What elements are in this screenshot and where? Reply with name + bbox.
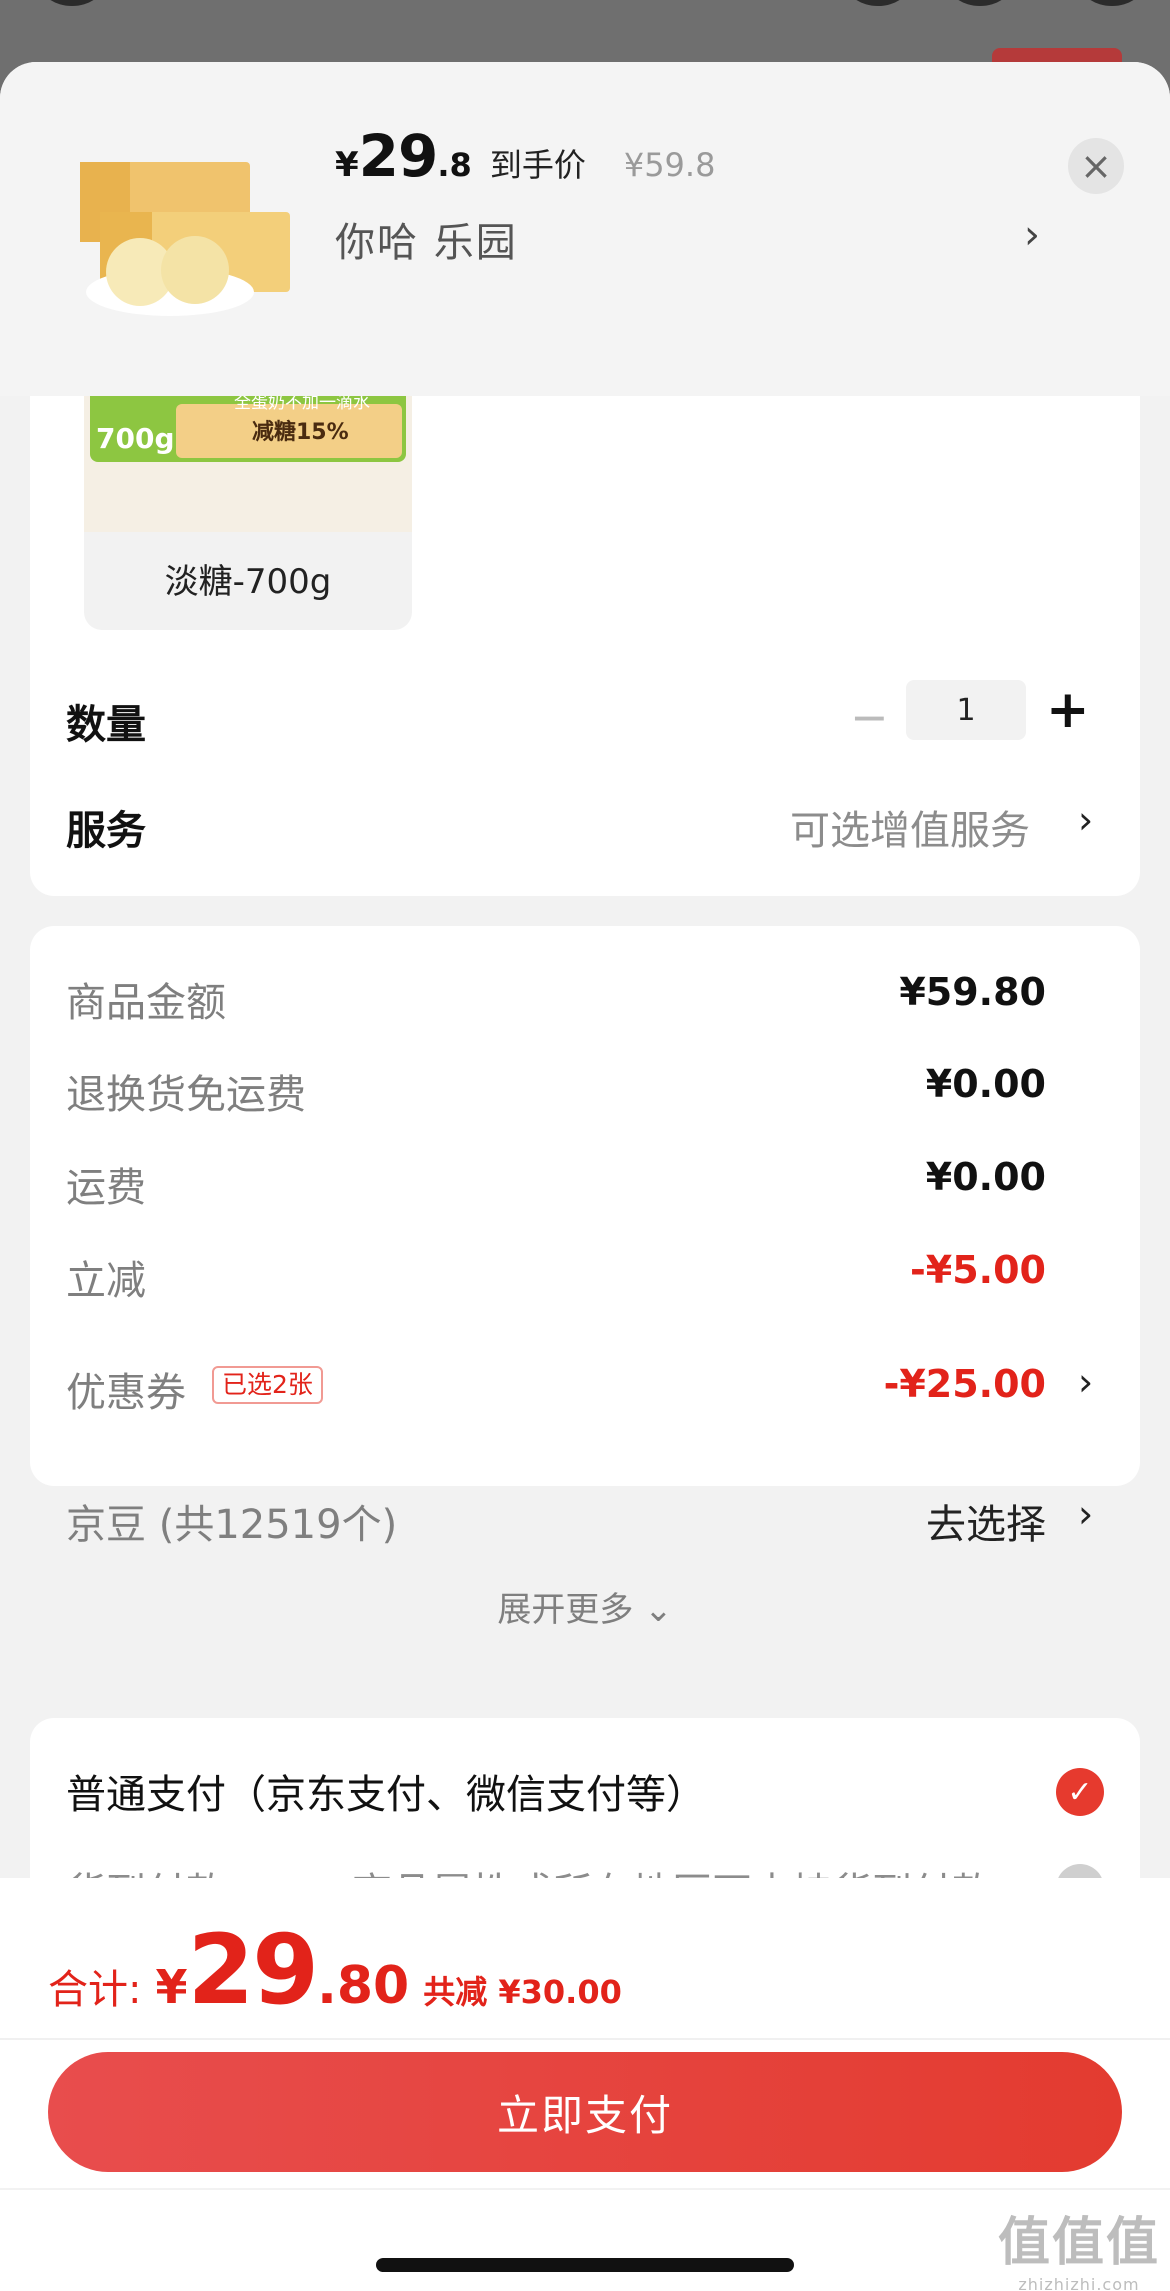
jingdou-chevron-icon[interactable]: › <box>1078 1492 1093 1536</box>
summary-value-coupon[interactable]: -¥25.00 <box>884 1362 1046 1406</box>
total-label: 合计: <box>48 1967 142 2013</box>
price-tag: 到手价 <box>489 146 586 184</box>
quantity-decrease-button[interactable]: − <box>850 690 889 744</box>
coupon-chevron-icon[interactable]: › <box>1078 1360 1093 1404</box>
summary-label-discount: 立减 <box>66 1258 146 1304</box>
summary-label-shipping: 运费 <box>66 1165 146 1211</box>
price-decimal: .8 <box>437 146 472 184</box>
background-icon <box>1080 0 1144 6</box>
dimmed-background <box>0 0 1170 68</box>
total-currency: ¥ <box>155 1960 188 2014</box>
price-summary-card: 商品金额 ¥59.80 退换货免运费 ¥0.00 运费 ¥0.00 立减 -¥5… <box>30 926 1140 1548</box>
delivery-address[interactable]: 你哈 乐园 <box>335 210 518 268</box>
jingdou-select-link[interactable]: 去选择 <box>926 1492 1046 1550</box>
quantity-label: 数量 <box>66 702 146 748</box>
background-icon <box>40 0 104 6</box>
sku-sugar-text: 减糖15% <box>252 420 349 445</box>
normal-payment-label[interactable]: 普通支付（京东支付、微信支付等） <box>66 1762 706 1820</box>
summary-value-shipping: ¥0.00 <box>925 1155 1046 1199</box>
summary-label-goods: 商品金额 <box>66 980 226 1026</box>
summary-value-goods: ¥59.80 <box>899 970 1046 1014</box>
product-thumbnail <box>80 162 290 316</box>
coupon-selected-badge: 已选2张 <box>212 1366 323 1404</box>
checkout-footer: 合计: ¥ 29 .80 共减 ¥30.00 立即支付 值值值 zhizhizh… <box>0 1878 1170 2291</box>
total-line: 合计: ¥ 29 .80 共减 ¥30.00 <box>48 1914 622 2026</box>
address-chevron-icon[interactable]: › <box>1024 212 1040 258</box>
background-icon <box>846 0 910 6</box>
pay-now-button[interactable]: 立即支付 <box>48 2052 1122 2172</box>
summary-value-return-shipping: ¥0.00 <box>925 1062 1046 1106</box>
total-decimal: .80 <box>317 1956 410 2016</box>
product-header: ¥ 29 .8 到手价 ¥59.8 你哈 乐园 › × <box>0 62 1170 396</box>
home-indicator <box>376 2258 794 2272</box>
summary-value-discount: -¥5.00 <box>910 1248 1046 1292</box>
total-saving: 共减 ¥30.00 <box>423 1973 622 2011</box>
sku-label: 淡糖-700g <box>164 562 332 602</box>
watermark-logo: 值值值 zhizhizhi.com <box>997 2213 1160 2291</box>
price-currency: ¥ <box>335 145 359 185</box>
footer-divider <box>0 2188 1170 2190</box>
quantity-input[interactable]: 1 <box>906 680 1026 740</box>
price-line: ¥ 29 .8 到手价 ¥59.8 <box>335 122 715 190</box>
sku-weight-badge: 700g <box>96 422 175 455</box>
original-price: ¥59.8 <box>623 146 716 184</box>
service-label: 服务 <box>66 808 146 854</box>
footer-divider <box>0 2038 1170 2040</box>
expand-more-button[interactable]: 展开更多 ⌄ <box>30 1582 1140 1631</box>
summary-label-return-shipping: 退换货免运费 <box>66 1072 306 1118</box>
summary-label-coupon[interactable]: 优惠券 <box>66 1360 186 1418</box>
service-chevron-icon[interactable]: › <box>1078 798 1093 842</box>
normal-payment-check-icon[interactable]: ✓ <box>1056 1768 1104 1816</box>
service-hint[interactable]: 可选增值服务 <box>790 798 1030 856</box>
background-icon <box>948 0 1012 6</box>
quantity-increase-button[interactable]: + <box>1046 680 1090 740</box>
price-integer: 29 <box>358 122 439 190</box>
summary-label-jingdou: 京豆 (共12519个) <box>66 1502 398 1548</box>
close-button[interactable]: × <box>1068 138 1124 194</box>
total-integer: 29 <box>187 1914 320 2026</box>
